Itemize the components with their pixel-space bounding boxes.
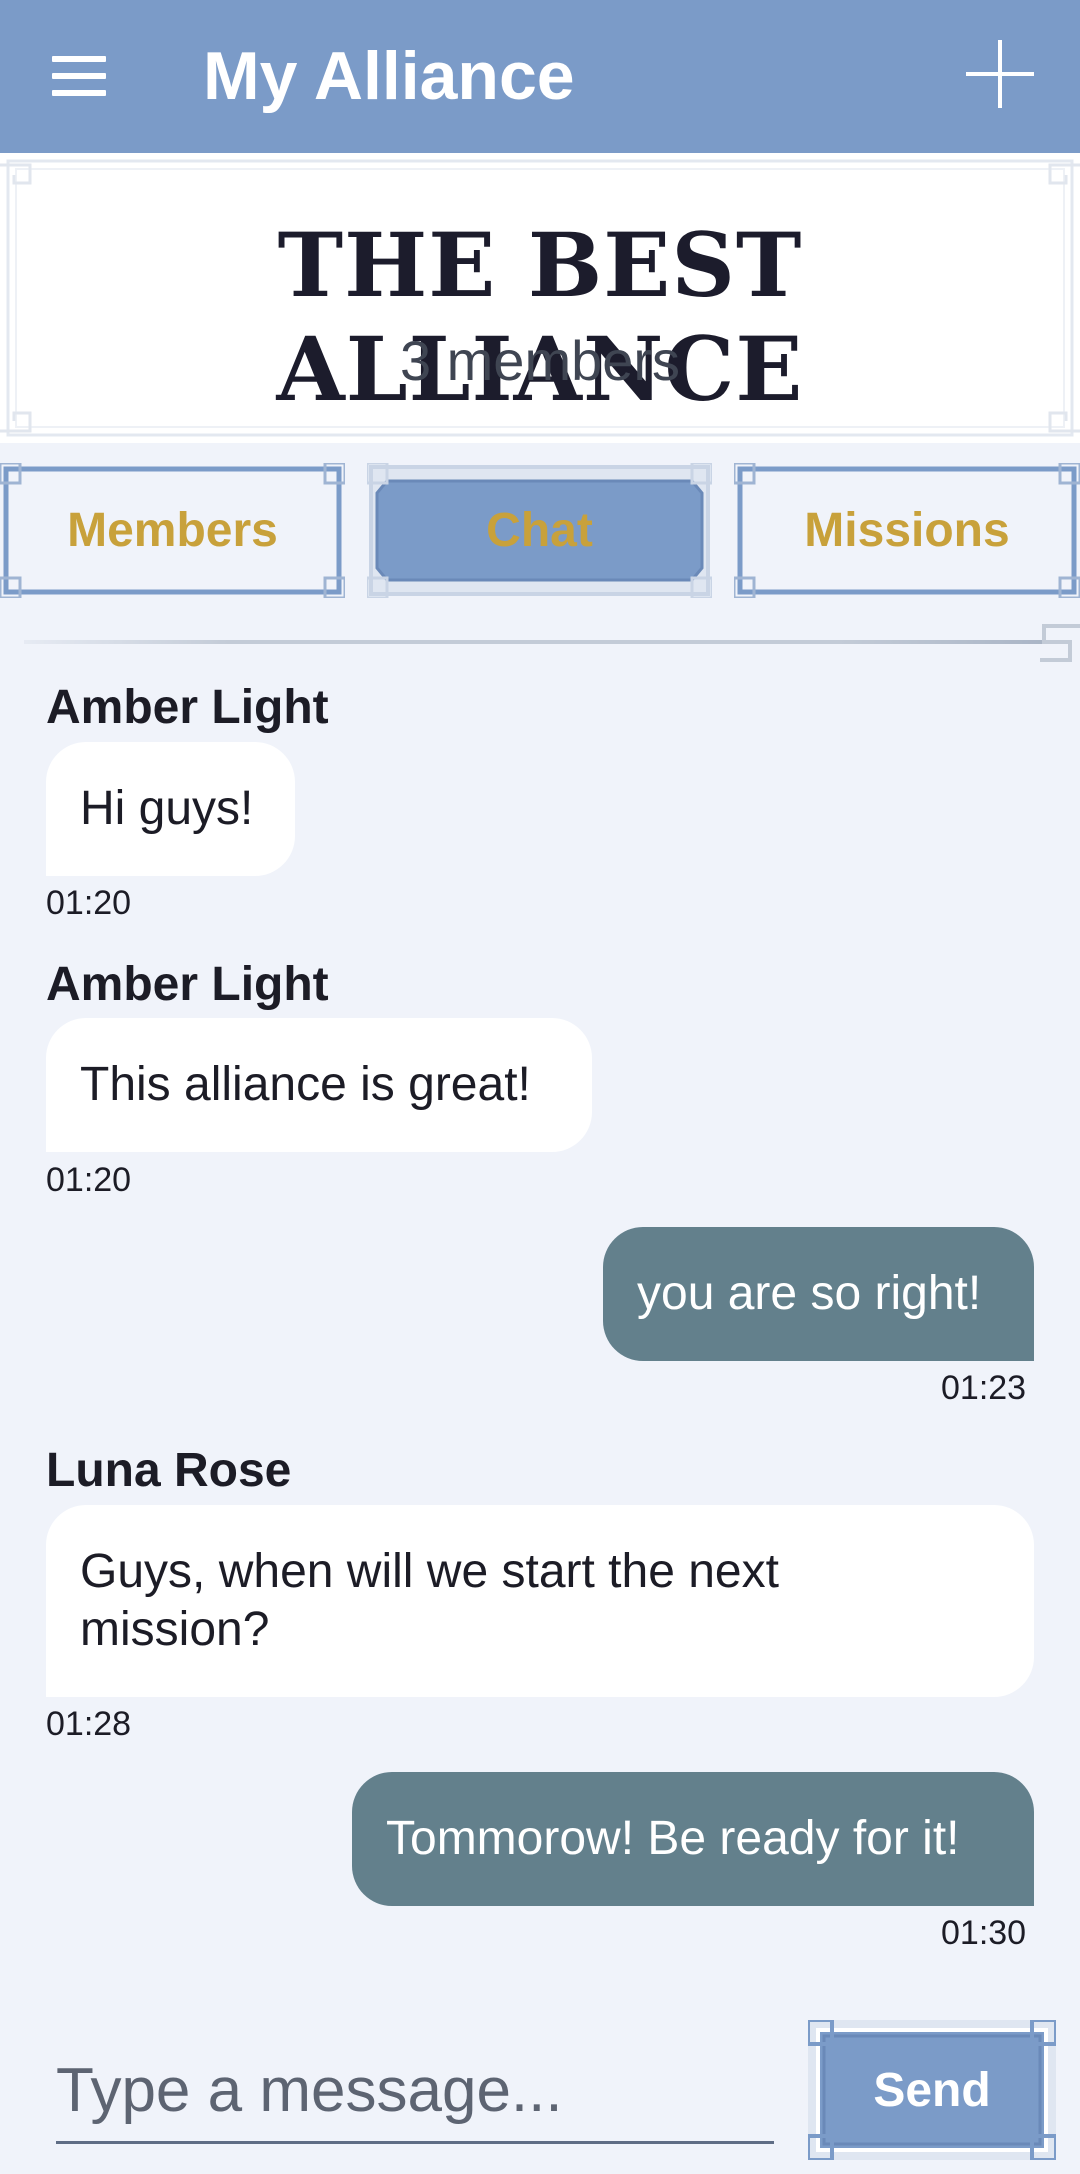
plus-icon[interactable] [966,40,1034,108]
message-input[interactable] [56,2040,774,2144]
send-button[interactable]: Send [808,2020,1056,2160]
message-bubble: This alliance is great! [46,1018,592,1152]
message-time: 01:30 [941,1914,1027,1952]
tab-chat-label: Chat [486,504,593,557]
app-title: My Alliance [203,38,575,114]
tab-chat[interactable]: Chat [367,463,712,598]
message-text: This alliance is great! [80,1058,531,1111]
message-text: Tommorow! Be ready for it! [386,1812,960,1865]
message-time: 01:28 [46,1705,132,1743]
tab-members-label: Members [67,504,278,557]
message-sender: Luna Rose [46,1444,292,1497]
hamburger-menu-icon[interactable] [52,56,108,98]
message-time: 01:20 [46,884,132,922]
message-sender: Amber Light [46,681,329,734]
message-bubble: Guys, when will we start the next missio… [46,1505,1034,1697]
tab-missions-label: Missions [804,504,1010,557]
send-button-label: Send [873,2063,991,2117]
app-bar: My Alliance [0,0,1080,153]
message-time: 01:20 [46,1161,132,1199]
member-count: 3 members [399,329,681,392]
alliance-header: THE BEST ALLIANCE 3 members [0,153,1080,443]
tab-missions[interactable]: Missions [734,463,1080,598]
message-sender: Amber Light [46,958,329,1011]
message-time: 01:23 [941,1369,1027,1407]
tab-members[interactable]: Members [0,463,345,598]
message-text: you are so right! [637,1267,982,1320]
message-text: Guys, when will we start the next missio… [80,1545,779,1656]
message-bubble-outgoing: you are so right! [603,1227,1034,1361]
message-text: Hi guys! [80,782,254,835]
divider-ornament [1040,624,1080,662]
message-bubble: Hi guys! [46,742,295,876]
section-divider [24,640,1044,644]
message-bubble-outgoing: Tommorow! Be ready for it! [352,1772,1034,1906]
